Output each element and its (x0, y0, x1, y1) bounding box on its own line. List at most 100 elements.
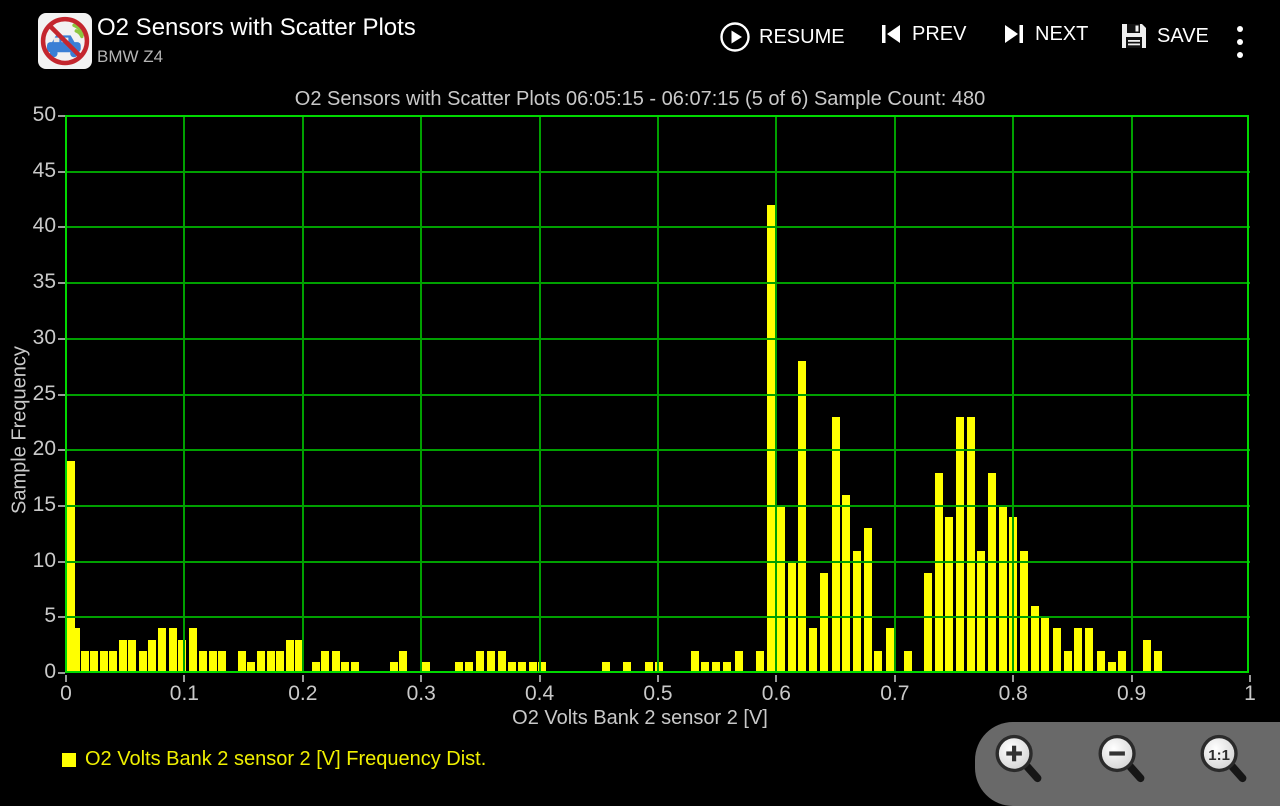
histogram-bar (209, 651, 217, 673)
y-tick-label: 0 (6, 660, 56, 684)
skip-next-icon (1001, 21, 1027, 47)
y-tick-label: 30 (6, 326, 56, 350)
prev-button[interactable]: PREV (872, 20, 972, 48)
histogram-bar (1020, 551, 1028, 674)
resume-button[interactable]: RESUME (713, 20, 851, 54)
x-tick-label: 0.2 (273, 682, 333, 706)
histogram-bar (119, 640, 127, 673)
zoom-reset-button[interactable]: 1:1 (1197, 732, 1249, 788)
floppy-disk-icon (1119, 21, 1149, 51)
histogram-bar (72, 628, 80, 673)
histogram-bar (465, 662, 473, 673)
svg-text:1:1: 1:1 (1208, 747, 1230, 764)
histogram-bar (735, 651, 743, 673)
histogram-bar (1108, 662, 1116, 673)
histogram-bar (945, 517, 953, 673)
histogram-bar (904, 651, 912, 673)
y-tick-mark (58, 115, 65, 117)
histogram-bar (967, 417, 975, 673)
histogram-bar (199, 651, 207, 673)
resume-label: RESUME (759, 26, 845, 49)
histogram-bar (332, 651, 340, 673)
histogram-bar (935, 473, 943, 674)
overflow-dot (1237, 52, 1243, 58)
x-tick-mark (775, 675, 777, 682)
gridline (66, 561, 1250, 563)
histogram-bar (247, 662, 255, 673)
histogram-bar (422, 662, 430, 673)
x-tick-mark (1012, 675, 1014, 682)
gridline (66, 171, 1250, 173)
x-tick-label: 1 (1220, 682, 1280, 706)
zoom-controls-panel: 1:1 (975, 722, 1280, 806)
histogram-bar (139, 651, 147, 673)
y-tick-mark (58, 394, 65, 396)
overflow-menu-button[interactable] (1234, 26, 1246, 62)
x-tick-mark (65, 675, 67, 682)
y-tick-mark (58, 338, 65, 340)
histogram-bar (712, 662, 720, 673)
next-button[interactable]: NEXT (995, 20, 1094, 48)
x-tick-label: 0.3 (391, 682, 451, 706)
histogram-bar (623, 662, 631, 673)
x-tick-mark (894, 675, 896, 682)
legend: O2 Volts Bank 2 sensor 2 [V] Frequency D… (62, 748, 486, 771)
histogram-bar (341, 662, 349, 673)
zoom-in-button[interactable] (992, 732, 1044, 788)
histogram-bar (518, 662, 526, 673)
histogram-bar (351, 662, 359, 673)
save-button[interactable]: SAVE (1113, 20, 1215, 52)
zoom-out-button[interactable] (1095, 732, 1147, 788)
x-tick-label: 0.5 (628, 682, 688, 706)
y-tick-mark (58, 672, 65, 674)
histogram-bar (820, 573, 828, 673)
x-tick-mark (420, 675, 422, 682)
histogram-bar (218, 651, 226, 673)
app-title: O2 Sensors with Scatter Plots (97, 14, 416, 42)
magnifier-minus-icon (1095, 732, 1147, 788)
y-tick-mark (58, 449, 65, 451)
histogram-bar (809, 628, 817, 673)
histogram-bar (487, 651, 495, 673)
histogram-bar (109, 651, 117, 673)
save-label: SAVE (1157, 25, 1209, 48)
legend-swatch (62, 753, 76, 767)
histogram-bar (864, 528, 872, 673)
y-tick-label: 40 (6, 214, 56, 238)
histogram-bar (312, 662, 320, 673)
gridline (66, 338, 1250, 340)
histogram-bar (691, 651, 699, 673)
skip-previous-icon (878, 21, 904, 47)
histogram-bar (977, 551, 985, 674)
overflow-dot (1237, 39, 1243, 45)
prev-label: PREV (912, 23, 966, 46)
x-tick-label: 0.9 (1102, 682, 1162, 706)
y-tick-mark (58, 616, 65, 618)
gridline (66, 505, 1250, 507)
x-tick-label: 0.7 (865, 682, 925, 706)
y-tick-mark (58, 171, 65, 173)
gridline (66, 449, 1250, 451)
histogram-bar (988, 473, 996, 674)
x-tick-label: 0.4 (510, 682, 570, 706)
y-tick-label: 5 (6, 604, 56, 628)
app-icon (38, 13, 92, 69)
histogram-bar (1041, 617, 1049, 673)
histogram-bar (1074, 628, 1082, 673)
histogram-bar (90, 651, 98, 673)
y-tick-label: 10 (6, 549, 56, 573)
y-tick-label: 25 (6, 382, 56, 406)
histogram-bar (498, 651, 506, 673)
histogram-bar (529, 662, 537, 673)
next-label: NEXT (1035, 23, 1088, 46)
histogram-bar (701, 662, 709, 673)
histogram-bar (455, 662, 463, 673)
x-tick-label: 0.1 (154, 682, 214, 706)
y-tick-mark (58, 505, 65, 507)
histogram-bar (321, 651, 329, 673)
chart-title: O2 Sensors with Scatter Plots 06:05:15 -… (0, 88, 1280, 111)
app-window: O2 Sensors with Scatter Plots BMW Z4 RES… (0, 0, 1280, 800)
x-tick-mark (657, 675, 659, 682)
histogram-bar (158, 628, 166, 673)
y-axis-title: Sample Frequency (9, 346, 32, 514)
